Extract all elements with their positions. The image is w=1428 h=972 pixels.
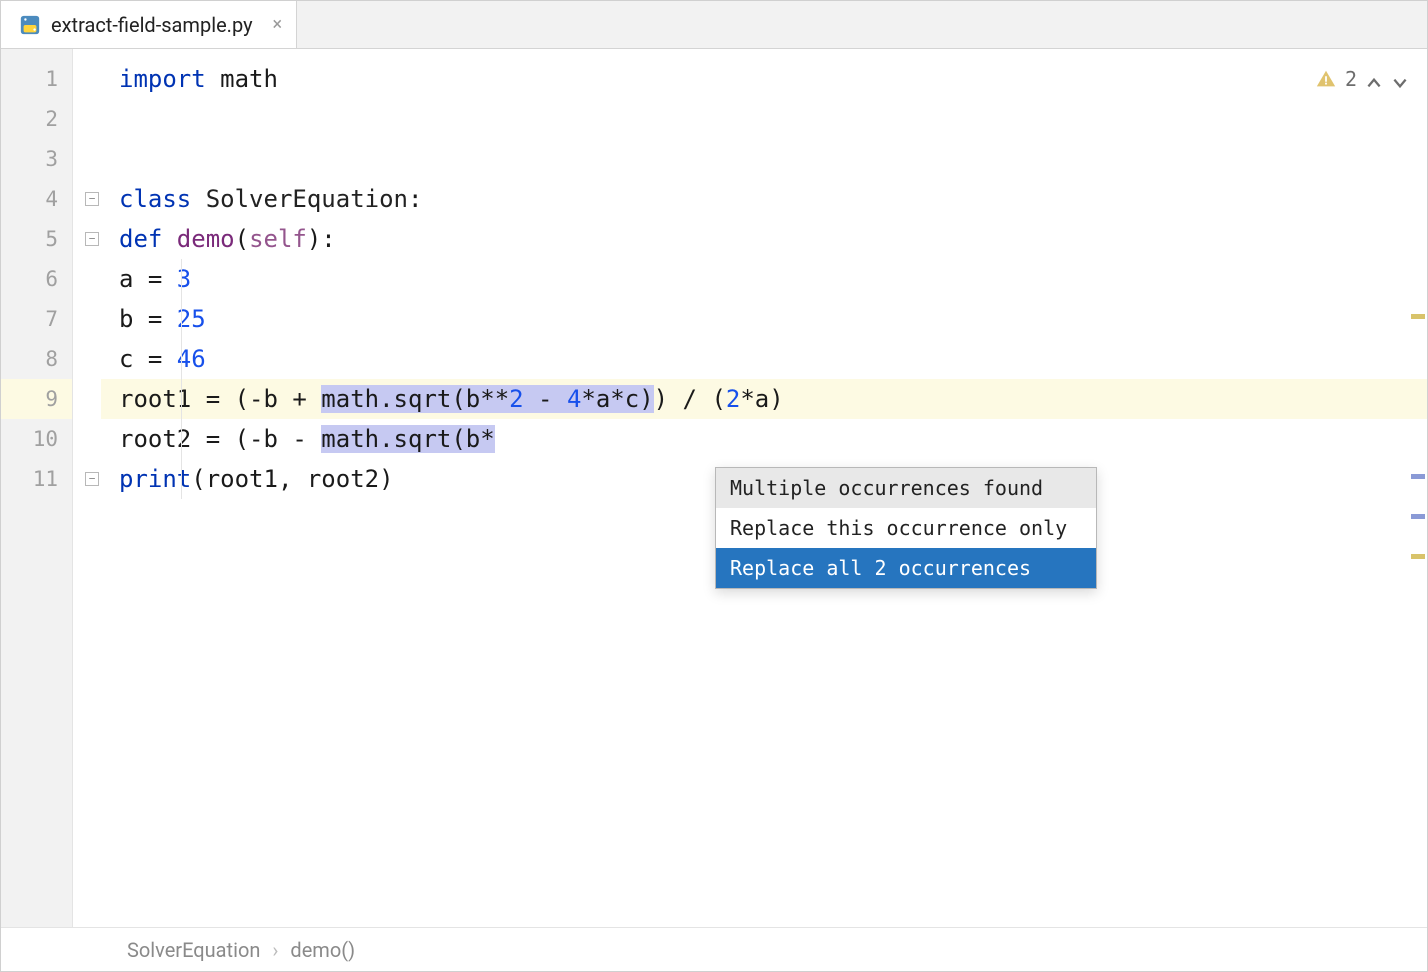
- close-tab-icon[interactable]: ×: [273, 14, 283, 35]
- function-name: demo: [162, 225, 234, 253]
- breadcrumb-class[interactable]: SolverEquation: [127, 938, 260, 962]
- number: 3: [177, 265, 191, 293]
- code-line[interactable]: root1 = (-b + math.sqrt(b**2 - 4*a*c)) /…: [101, 379, 1427, 419]
- code-line[interactable]: a = 3: [101, 259, 1427, 299]
- fold-handle-icon[interactable]: −: [85, 192, 99, 206]
- ident: b =: [119, 305, 177, 333]
- line-number[interactable]: 3: [1, 139, 72, 179]
- keyword: import: [119, 65, 206, 93]
- line-number[interactable]: 11: [1, 459, 72, 499]
- code-line[interactable]: [101, 139, 1427, 179]
- tab-bar: extract-field-sample.py ×: [1, 1, 1427, 49]
- tab-filename: extract-field-sample.py: [51, 13, 253, 37]
- ident: ) / (: [654, 385, 726, 413]
- error-stripe-marker[interactable]: [1411, 554, 1425, 559]
- inspection-count: 2: [1345, 67, 1357, 91]
- code-line[interactable]: import math: [101, 59, 1427, 99]
- chevron-right-icon: ›: [272, 938, 278, 962]
- line-number[interactable]: 2: [1, 99, 72, 139]
- breadcrumb-bar: SolverEquation › demo(): [1, 927, 1427, 971]
- fold-handle-icon[interactable]: −: [85, 232, 99, 246]
- occurrences-popup: Multiple occurrences found Replace this …: [715, 467, 1097, 589]
- selection: math.sqrt(b*: [321, 425, 494, 453]
- file-tab[interactable]: extract-field-sample.py ×: [1, 1, 297, 48]
- python-file-icon: [19, 14, 41, 36]
- code-line[interactable]: [101, 99, 1427, 139]
- punct: (: [235, 225, 249, 253]
- class-name: SolverEquation: [191, 185, 408, 213]
- error-stripe-marker[interactable]: [1411, 514, 1425, 519]
- self: self: [249, 225, 307, 253]
- selection: math.sqrt(b**2 - 4*a*c): [321, 385, 653, 413]
- ident: (root1, root2): [191, 465, 393, 493]
- line-number[interactable]: 1: [1, 59, 72, 99]
- line-number[interactable]: 4: [1, 179, 72, 219]
- chevron-up-icon[interactable]: [1365, 70, 1383, 88]
- chevron-down-icon[interactable]: [1391, 70, 1409, 88]
- fold-strip: [73, 49, 101, 927]
- ident: *a): [740, 385, 783, 413]
- code-line[interactable]: −class SolverEquation:: [101, 179, 1427, 219]
- punct: ):: [307, 225, 336, 253]
- fold-handle-icon[interactable]: −: [85, 472, 99, 486]
- code-line[interactable]: root2 = (-b - math.sqrt(b*: [101, 419, 1427, 459]
- ident: math: [206, 65, 278, 93]
- line-number[interactable]: 10: [1, 419, 72, 459]
- number: 2: [726, 385, 740, 413]
- line-number[interactable]: 5: [1, 219, 72, 259]
- code-area[interactable]: 2 import math −class SolverEquation: − d…: [101, 49, 1427, 927]
- line-number[interactable]: 6: [1, 259, 72, 299]
- ident: c =: [119, 345, 177, 373]
- line-number[interactable]: 7: [1, 299, 72, 339]
- ident: root1 = (-b +: [119, 385, 321, 413]
- popup-option-replace-this[interactable]: Replace this occurrence only: [716, 508, 1096, 548]
- editor: 1 2 3 4 5 6 7 8 9 10 11 2 import math −c…: [1, 49, 1427, 927]
- code-line[interactable]: − def demo(self):: [101, 219, 1427, 259]
- line-number[interactable]: 9: [1, 379, 72, 419]
- code-line[interactable]: b = 25: [101, 299, 1427, 339]
- ident: a =: [119, 265, 177, 293]
- keyword: class: [119, 185, 191, 213]
- line-number[interactable]: 8: [1, 339, 72, 379]
- code-line[interactable]: c = 46: [101, 339, 1427, 379]
- ident: root2 = (-b -: [119, 425, 321, 453]
- punct: :: [408, 185, 422, 213]
- gutter: 1 2 3 4 5 6 7 8 9 10 11: [1, 49, 73, 927]
- inspections-widget[interactable]: 2: [1315, 67, 1409, 91]
- breadcrumb-function[interactable]: demo(): [290, 938, 355, 962]
- popup-option-replace-all[interactable]: Replace all 2 occurrences: [716, 548, 1096, 588]
- warning-icon: [1315, 68, 1337, 90]
- keyword: def: [119, 225, 162, 253]
- popup-header: Multiple occurrences found: [716, 468, 1096, 508]
